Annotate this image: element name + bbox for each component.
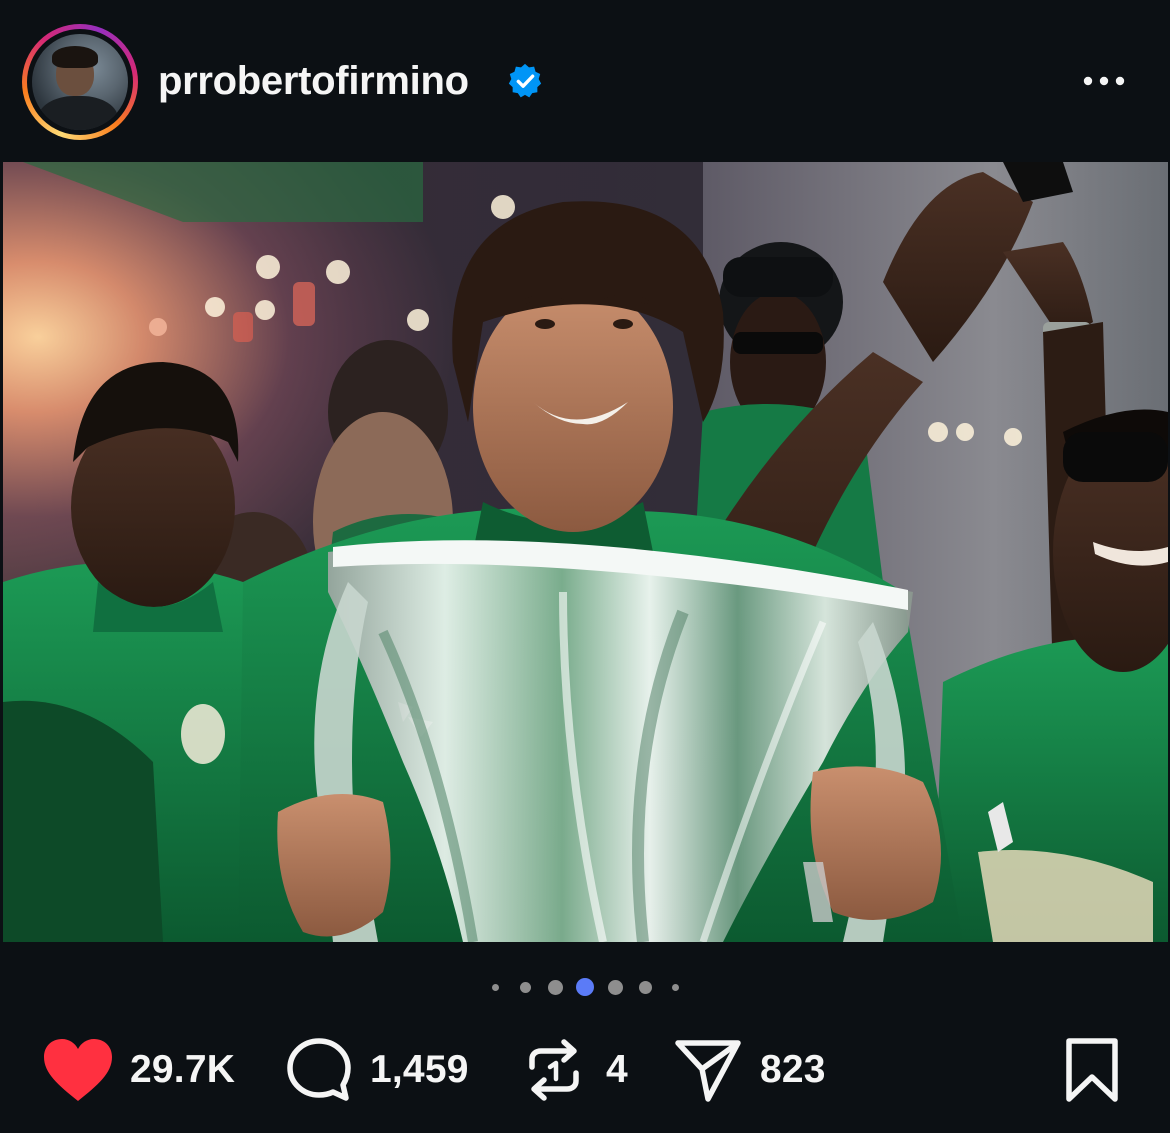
post-photo[interactable]: [3, 162, 1168, 942]
carousel-dot: [491, 983, 499, 991]
story-ring-avatar[interactable]: [22, 24, 138, 140]
bookmark-icon[interactable]: [1064, 1037, 1120, 1103]
carousel-indicator: [0, 974, 1170, 1000]
like-count[interactable]: 29.7K: [130, 1048, 235, 1092]
repost-count[interactable]: 4: [606, 1048, 628, 1092]
carousel-dot: [547, 979, 563, 995]
repost-action: 4: [524, 1032, 628, 1108]
carousel-dot-active: [576, 978, 594, 996]
share-count[interactable]: 823: [760, 1048, 826, 1092]
repost-icon[interactable]: [524, 1037, 584, 1103]
more-options-icon[interactable]: [1080, 64, 1128, 98]
post-header: prrobertofirmino: [0, 0, 1170, 162]
carousel-dot: [607, 979, 623, 995]
share-icon[interactable]: [674, 1037, 742, 1103]
instagram-post: prrobertofirmino 29.7K 1,459 4 823: [0, 0, 1170, 1133]
carousel-dot: [519, 981, 531, 993]
carousel-dot: [671, 983, 679, 991]
share-action: 823: [674, 1032, 826, 1108]
save-action: [1064, 1032, 1120, 1108]
comment-count[interactable]: 1,459: [370, 1048, 469, 1092]
comment-icon[interactable]: [286, 1037, 352, 1103]
comment-action: 1,459: [286, 1032, 469, 1108]
avatar: [32, 34, 128, 130]
heart-icon[interactable]: [42, 1037, 114, 1103]
like-action: 29.7K: [42, 1032, 235, 1108]
username[interactable]: prrobertofirmino: [158, 56, 469, 106]
action-bar: 29.7K 1,459 4 823: [0, 1032, 1170, 1108]
verified-badge-icon: [508, 63, 542, 98]
carousel-dot: [638, 980, 652, 994]
